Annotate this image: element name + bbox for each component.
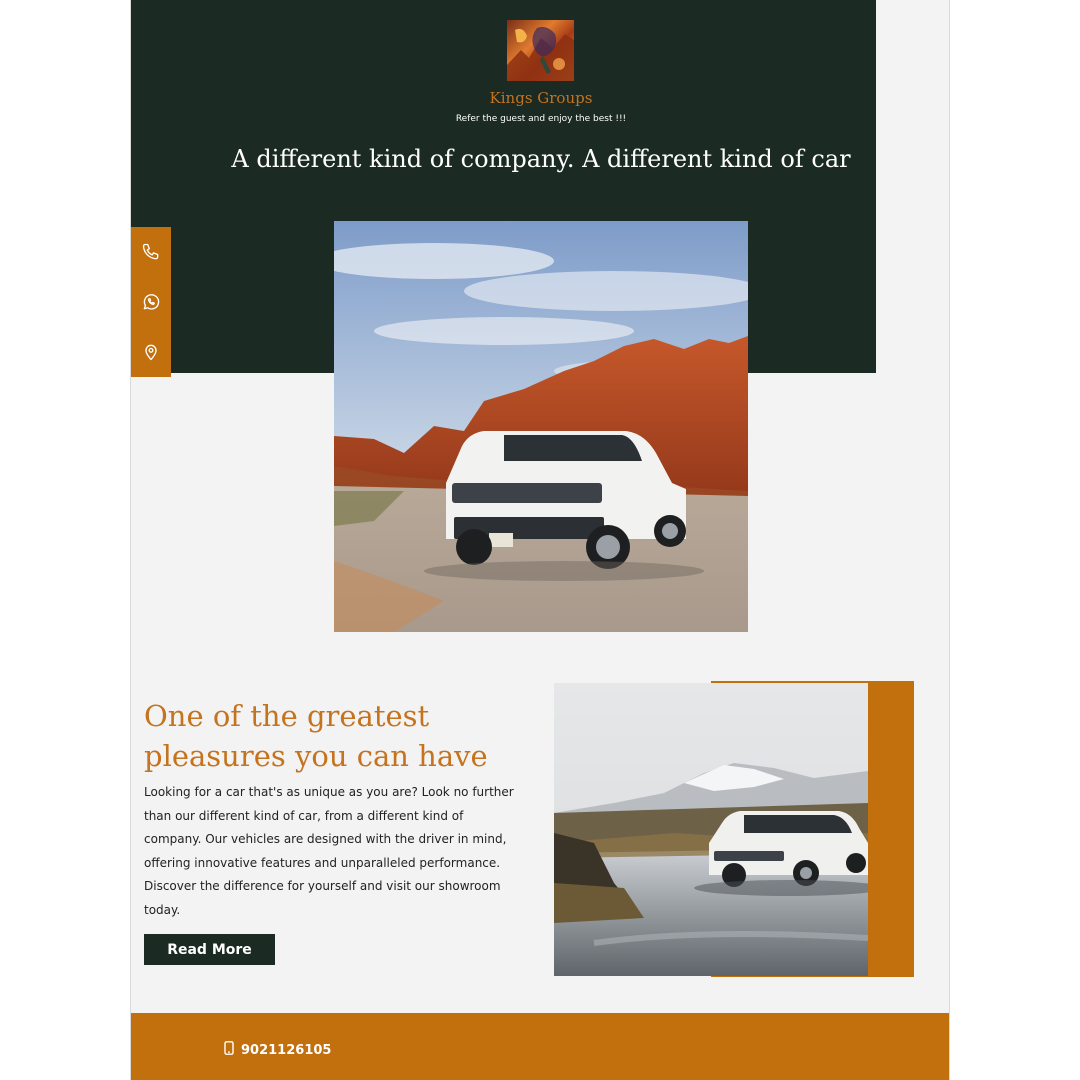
feature-title: One of the greatest pleasures you can ha… [144,696,524,776]
feature-description-line: Discover the difference for yourself and… [144,879,501,893]
contact-sidebar [131,227,171,377]
hero-headline: A different kind of company. A different… [231,145,851,173]
location-pin-icon[interactable] [140,341,162,363]
hero-car-desert-photo [334,221,748,632]
feature-description-line: today. [144,902,181,917]
footer-phone[interactable]: 9021126105 [223,1041,331,1059]
feature-description-line: offering innovative features and unparal… [144,855,501,870]
phone-icon[interactable] [140,241,162,263]
mobile-phone-icon [223,1041,235,1059]
page: Kings Groups Refer the guest and enjoy t… [130,0,950,1080]
read-more-button[interactable]: Read More [144,934,275,965]
feature-description-line: Looking for a car that's as unique as yo… [144,785,514,799]
snow-car-photo [554,683,868,976]
brand-tagline: Refer the guest and enjoy the best !!! [455,114,627,124]
footer-bar: 9021126105 [131,1013,949,1080]
feature-description-line: company. Our vehicles are designed with … [144,832,507,846]
feature-description-line: than our different kind of car, from a d… [144,808,464,823]
feature-description: Looking for a car that's as unique as yo… [144,781,529,922]
whatsapp-icon[interactable] [140,291,162,313]
brand-logo [507,20,574,81]
brand-name: Kings Groups [489,89,593,107]
feature-title-line: One of the greatest [144,699,430,733]
feature-title-line: pleasures you can have [144,739,488,773]
footer-phone-number[interactable]: 9021126105 [241,1043,331,1058]
